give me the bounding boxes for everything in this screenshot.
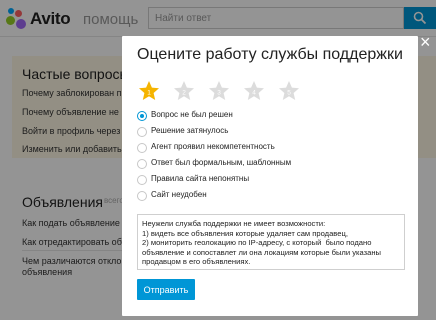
radio-button[interactable] — [137, 127, 147, 137]
star-5[interactable]: 5 — [278, 80, 300, 102]
star-icon: 5 — [279, 81, 299, 100]
reason-label: Ответ был формальным, шаблонным — [151, 158, 292, 167]
radio-button[interactable] — [137, 111, 147, 121]
reason-option[interactable]: Сайт неудобен — [137, 190, 407, 202]
star-icon: 3 — [209, 81, 229, 100]
star-3[interactable]: 3 — [208, 80, 230, 102]
star-rating[interactable]: 1 2 3 4 5 — [138, 80, 338, 102]
star-icon: 4 — [244, 81, 264, 100]
reason-label: Агент проявил некомпетентность — [151, 142, 275, 151]
comment-textarea[interactable]: Неужели служба поддержки не имеет возмож… — [137, 214, 405, 270]
svg-text:3: 3 — [217, 90, 221, 97]
svg-text:1: 1 — [147, 90, 151, 97]
radio-button[interactable] — [137, 159, 147, 169]
reason-option[interactable]: Агент проявил некомпетентность — [137, 142, 407, 154]
reason-option[interactable]: Правила сайта непонятны — [137, 174, 407, 186]
reason-label: Вопрос не был решен — [151, 110, 233, 119]
svg-text:2: 2 — [182, 90, 186, 97]
reason-label: Решение затянулось — [151, 126, 229, 135]
reason-option[interactable]: Ответ был формальным, шаблонным — [137, 158, 407, 170]
reason-label: Правила сайта непонятны — [151, 174, 250, 183]
radio-button[interactable] — [137, 143, 147, 153]
radio-button[interactable] — [137, 175, 147, 185]
radio-button[interactable] — [137, 191, 147, 201]
svg-text:5: 5 — [287, 90, 291, 97]
submit-button[interactable]: Отправить — [137, 279, 195, 300]
reason-option[interactable]: Решение затянулось — [137, 126, 407, 138]
star-2[interactable]: 2 — [173, 80, 195, 102]
star-icon: 2 — [174, 81, 194, 100]
close-icon[interactable]: × — [420, 33, 436, 51]
svg-text:4: 4 — [252, 90, 256, 97]
star-1[interactable]: 1 — [138, 80, 160, 102]
modal-title: Оцените работу службы поддержки — [137, 46, 403, 63]
reason-option[interactable]: Вопрос не был решен — [137, 110, 407, 122]
reason-label: Сайт неудобен — [151, 190, 207, 199]
star-icon: 1 — [139, 81, 159, 100]
star-4[interactable]: 4 — [243, 80, 265, 102]
feedback-modal: Оцените работу службы поддержки 1 2 3 4 — [122, 36, 418, 316]
